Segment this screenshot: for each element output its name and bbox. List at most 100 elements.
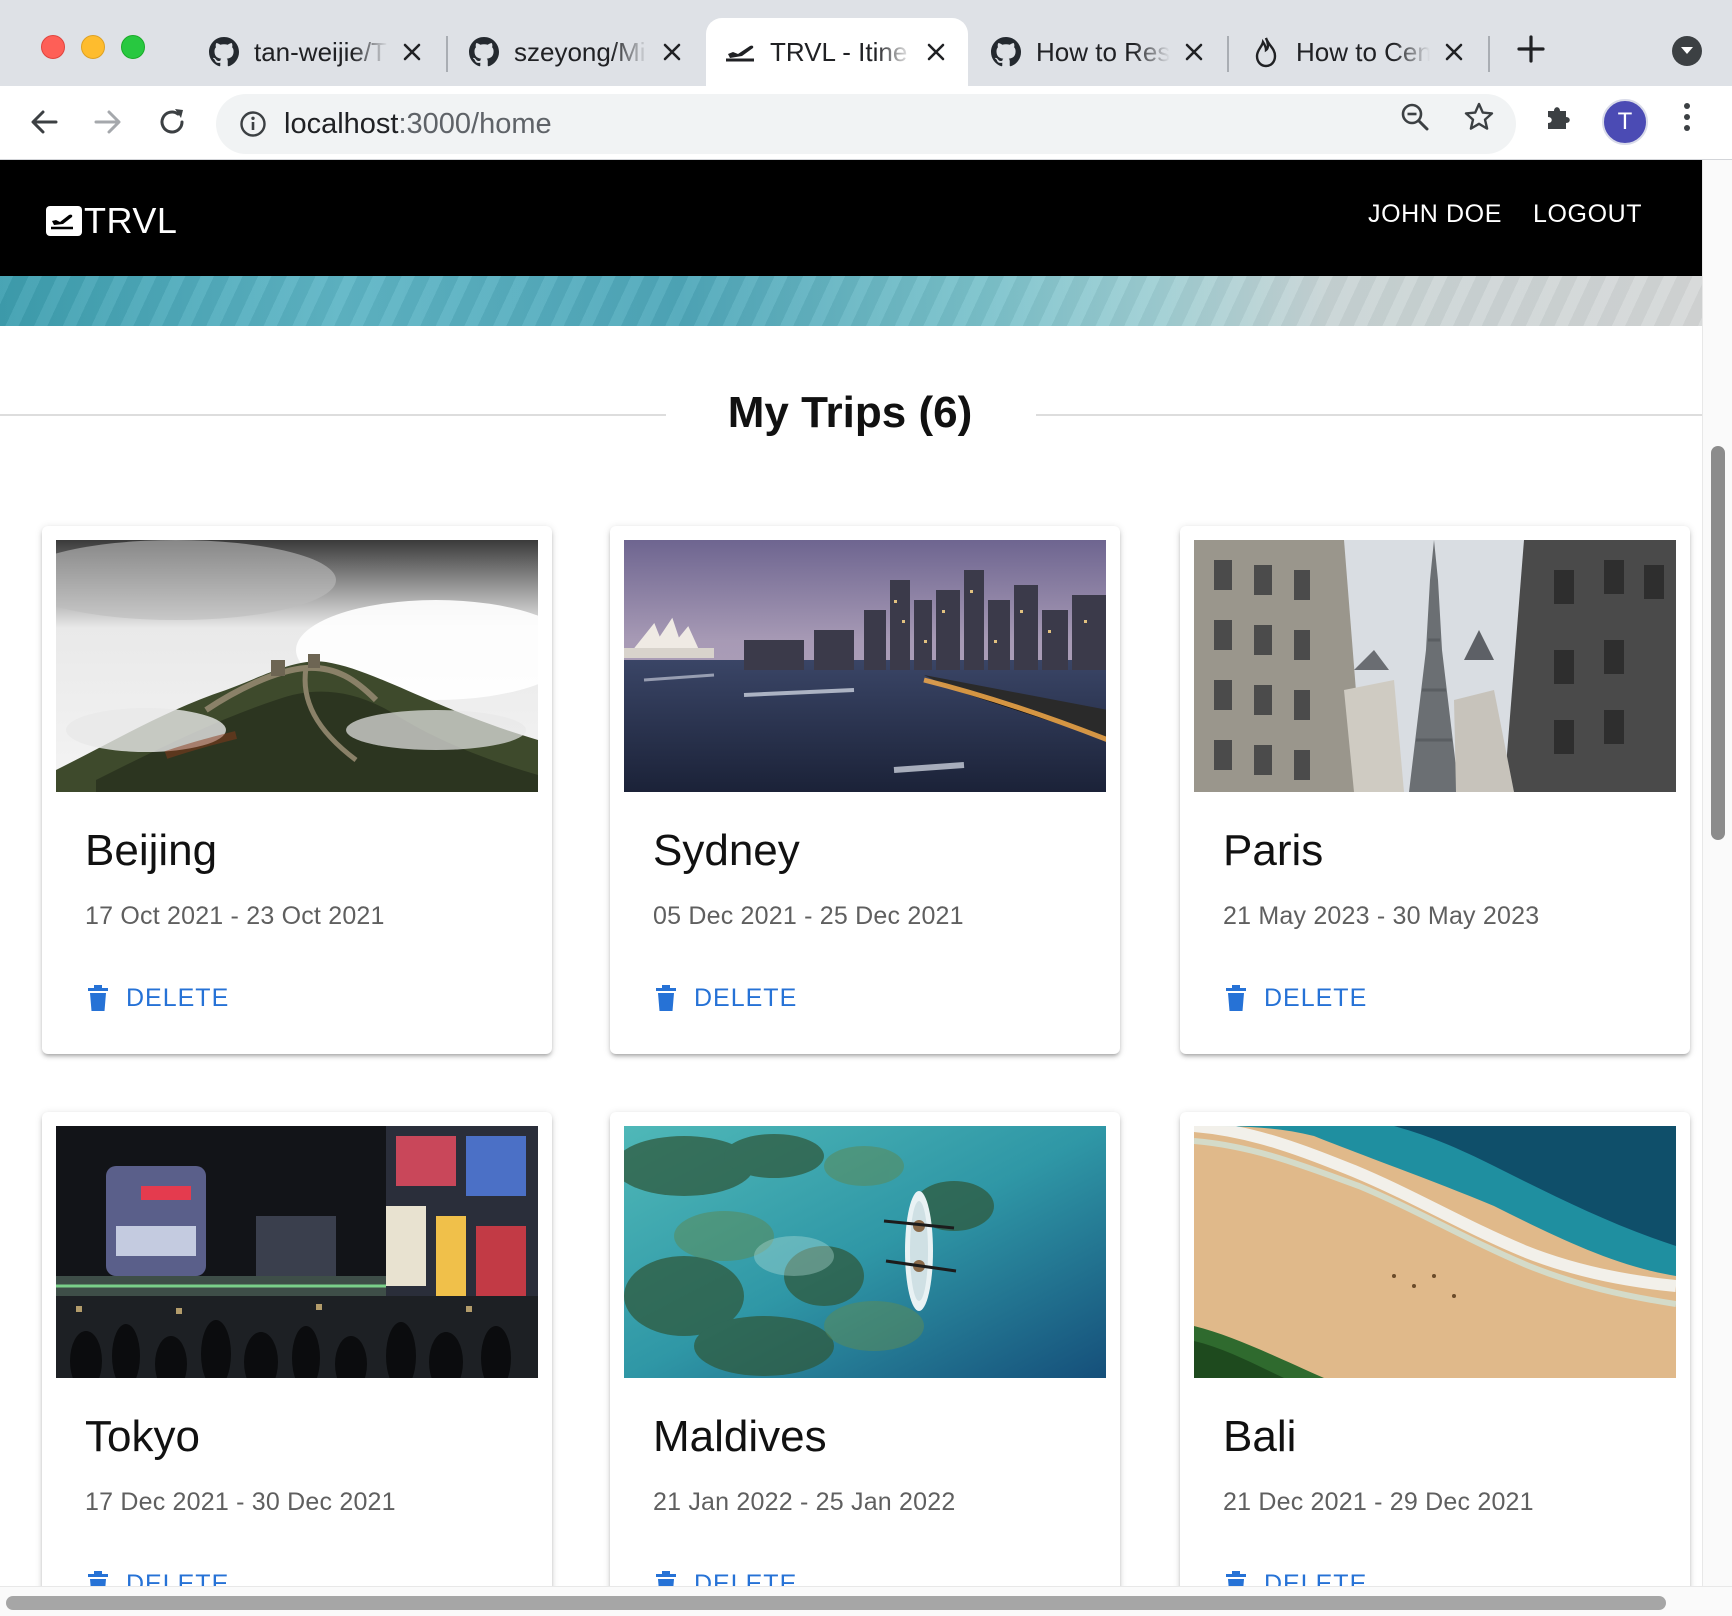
close-window-button[interactable] [41,35,65,59]
title-divider-right [1036,414,1702,416]
browser-tab[interactable]: How to Res [972,18,1226,86]
close-tab-icon[interactable] [1440,38,1468,66]
tab-title: How to Res [1036,36,1170,68]
trash-icon [1224,1570,1248,1586]
trip-image [624,540,1106,792]
delete-trip-button[interactable]: DELETE [80,978,235,1018]
address-bar[interactable]: localhost:3000/home [216,94,1516,154]
delete-label: DELETE [1264,983,1368,1012]
url-path: :3000/home [398,107,552,140]
tab-title: tan-weijie/T [254,36,388,68]
trash-icon [654,984,678,1012]
trip-name: Maldives [653,1412,827,1461]
address-url[interactable]: localhost:3000/home [284,108,552,141]
plane-icon [724,36,756,68]
flame-icon [1250,36,1282,68]
trip-card[interactable]: Sydney 05 Dec 2021 - 25 Dec 2021 DELETE [610,526,1120,1054]
trip-card[interactable]: Bali 21 Dec 2021 - 29 Dec 2021 DELETE [1180,1112,1690,1586]
trip-dates: 05 Dec 2021 - 25 Dec 2021 [653,902,964,930]
plus-icon [1517,35,1545,63]
tab-title: How to Cen [1296,36,1430,68]
trip-dates: 21 May 2023 - 30 May 2023 [1223,902,1540,930]
reload-icon [160,109,184,134]
reload-button[interactable] [150,100,194,144]
new-tab-button[interactable] [1514,32,1548,66]
github-icon [468,36,500,68]
hero-banner-image [0,276,1702,326]
tab-search-button[interactable] [1672,36,1702,66]
trip-name: Sydney [653,826,800,875]
delete-trip-button[interactable]: DELETE [648,1564,803,1586]
tab-separator [1488,36,1490,72]
user-name-link[interactable]: JOHN DOE [1368,200,1502,229]
trip-image [56,540,538,792]
forward-button[interactable] [86,100,130,144]
delete-label: DELETE [126,983,230,1012]
trip-dates: 21 Jan 2022 - 25 Jan 2022 [653,1488,956,1516]
browser-tab-active[interactable]: TRVL - Itine [706,18,968,86]
github-icon [990,36,1022,68]
delete-label: DELETE [1264,1569,1368,1587]
plane-ticket-icon [46,206,82,236]
star-icon [1464,102,1494,130]
tab-title: szeyong/Mi [514,36,648,68]
trip-card[interactable]: Paris 21 May 2023 - 30 May 2023 DELETE [1180,526,1690,1054]
vertical-scroll-thumb[interactable] [1711,446,1725,840]
tab-separator [446,36,448,72]
browser-tab[interactable]: tan-weijie/T [190,18,444,86]
trip-image [624,1126,1106,1378]
url-host: localhost [284,107,399,140]
minimize-window-button[interactable] [81,35,105,59]
puzzle-icon [1548,107,1570,129]
page-title: My Trips (6) [727,388,973,437]
trip-card[interactable]: Beijing 17 Oct 2021 - 23 Oct 2021 DELETE [42,526,552,1054]
trash-icon [654,1570,678,1586]
trip-card[interactable]: Tokyo 17 Dec 2021 - 30 Dec 2021 DELETE [42,1112,552,1586]
browser-menu-button[interactable] [1670,100,1704,134]
trip-dates: 17 Dec 2021 - 30 Dec 2021 [85,1488,396,1516]
trip-image [1194,1126,1676,1378]
back-arrow-icon [31,110,58,134]
tab-separator [1227,36,1229,72]
trip-image [1194,540,1676,792]
maximize-window-button[interactable] [121,35,145,59]
chevron-down-icon [1681,47,1693,54]
horizontal-scroll-thumb[interactable] [6,1596,1666,1610]
browser-tab-strip: tan-weijie/T szeyong/Mi TRVL - Itine How… [0,0,1732,86]
kebab-menu-icon [1684,103,1690,131]
delete-label: DELETE [694,983,798,1012]
tab-title: TRVL - Itine [770,36,912,68]
forward-arrow-icon [94,110,121,134]
extensions-button[interactable] [1542,100,1576,134]
browser-toolbar: localhost:3000/home T [0,86,1732,160]
trip-name: Tokyo [85,1412,200,1461]
trip-name: Paris [1223,826,1324,875]
close-tab-icon[interactable] [922,38,950,66]
profile-avatar[interactable]: T [1602,99,1648,145]
close-tab-icon[interactable] [1180,38,1208,66]
trash-icon [86,984,110,1012]
logout-button[interactable]: LOGOUT [1533,200,1642,229]
browser-tab[interactable]: How to Cen [1232,18,1486,86]
trip-image [56,1126,538,1378]
delete-trip-button[interactable]: DELETE [1218,978,1373,1018]
back-button[interactable] [22,100,66,144]
vertical-scrollbar[interactable] [1702,160,1732,1586]
trip-name: Bali [1223,1412,1297,1461]
zoom-button[interactable] [1398,100,1432,134]
trash-icon [86,1570,110,1586]
horizontal-scrollbar[interactable] [0,1586,1732,1616]
trip-card[interactable]: Maldives 21 Jan 2022 - 25 Jan 2022 DELET… [610,1112,1120,1586]
delete-label: DELETE [694,1569,798,1587]
delete-trip-button[interactable]: DELETE [648,978,803,1018]
bookmark-button[interactable] [1462,100,1496,134]
browser-tab[interactable]: szeyong/Mi [450,18,704,86]
delete-trip-button[interactable]: DELETE [80,1564,235,1586]
delete-trip-button[interactable]: DELETE [1218,1564,1373,1586]
brand-logo[interactable]: TRVL [46,200,177,242]
close-tab-icon[interactable] [398,38,426,66]
zoom-out-icon [1401,103,1429,131]
brand-name: TRVL [84,200,178,241]
close-tab-icon[interactable] [658,38,686,66]
site-info-icon[interactable] [238,109,268,139]
